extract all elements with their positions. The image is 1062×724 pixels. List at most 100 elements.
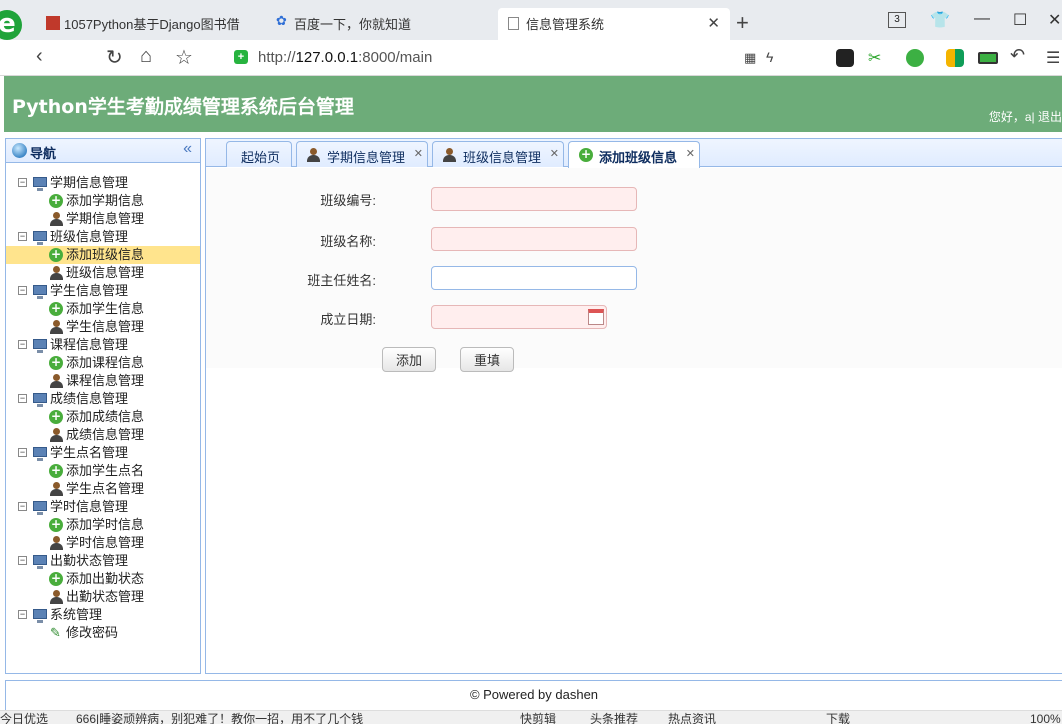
tree-item[interactable]: + 添加出勤状态 xyxy=(6,570,200,588)
tree-group[interactable]: − 出勤状态管理 xyxy=(6,552,200,570)
tree-group[interactable]: − 学生点名管理 xyxy=(6,444,200,462)
tree-item[interactable]: 学时信息管理 xyxy=(6,534,200,552)
tree-group[interactable]: − 学期信息管理 xyxy=(6,174,200,192)
collapse-toggle-icon[interactable]: − xyxy=(18,502,27,511)
tab-class-management[interactable]: 班级信息管理 ✕ xyxy=(432,141,564,167)
menu-icon[interactable]: ☰ xyxy=(1046,48,1060,68)
tab-add-class[interactable]: + 添加班级信息 ✕ xyxy=(568,141,700,168)
nav-sidebar: 导航 « − 学期信息管理 + 添加学期信息 学期信息管理 − 班级信息管理 + 添加班级信息班… xyxy=(5,138,201,674)
extension-icon[interactable] xyxy=(836,49,854,67)
tree-group[interactable]: − 成绩信息管理 xyxy=(6,390,200,408)
tree-group[interactable]: − 系统管理 xyxy=(6,606,200,624)
status-zoom[interactable]: 100% xyxy=(1030,711,1061,724)
baidu-paw-icon: ✿ xyxy=(276,13,287,28)
tree-item[interactable]: 课程信息管理 xyxy=(6,372,200,390)
collapse-toggle-icon[interactable]: − xyxy=(18,556,27,565)
tree-item-label: 添加学时信息 xyxy=(66,517,145,532)
browser-tab-baidu[interactable]: ✿ 百度一下，你就知道 xyxy=(262,8,498,40)
qr-icon[interactable]: ▦ xyxy=(744,50,756,66)
tree-item[interactable]: + 添加学时信息 xyxy=(6,516,200,534)
add-icon: + xyxy=(49,463,63,478)
status-quick-edit[interactable]: 快剪辑 xyxy=(520,711,556,724)
user-info-logout[interactable]: 您好，a| 退出 xyxy=(989,108,1062,125)
tree-item[interactable]: 学生信息管理 xyxy=(6,318,200,336)
collapse-toggle-icon[interactable]: − xyxy=(18,610,27,619)
tree-item[interactable]: 成绩信息管理 xyxy=(6,426,200,444)
founding-date-input[interactable] xyxy=(431,305,607,329)
tab-close-icon[interactable]: ✕ xyxy=(414,147,423,160)
tree-group[interactable]: − 学生信息管理 xyxy=(6,282,200,300)
tree-item[interactable]: + 添加课程信息 xyxy=(6,354,200,372)
reset-button[interactable]: 重填 xyxy=(460,347,514,372)
collapse-toggle-icon[interactable]: − xyxy=(18,232,27,241)
collapse-toggle-icon[interactable]: − xyxy=(18,394,27,403)
tree-item[interactable]: + 添加学生信息 xyxy=(6,300,200,318)
tree-item[interactable]: ✎ 修改密码 xyxy=(6,624,200,642)
tree-item-label: 出勤状态管理 xyxy=(66,589,145,604)
back-icon[interactable]: ‹ xyxy=(36,45,43,68)
tree-item-label: 添加学生信息 xyxy=(66,301,145,316)
minimize-icon[interactable]: — xyxy=(974,10,990,28)
maximize-icon[interactable]: ☐ xyxy=(1013,10,1027,30)
shirt-icon[interactable]: 👕 xyxy=(930,10,950,30)
tree-group[interactable]: − 课程信息管理 xyxy=(6,336,200,354)
battery-icon[interactable] xyxy=(978,52,998,64)
teacher-name-input[interactable] xyxy=(431,266,637,290)
browser-tab-library[interactable]: 1057Python基于Django图书借 xyxy=(0,8,262,40)
user-icon xyxy=(50,482,63,496)
tree-item[interactable]: + 添加班级信息 xyxy=(6,246,200,264)
tab-home[interactable]: 起始页 xyxy=(226,141,292,167)
class-name-input[interactable] xyxy=(431,227,637,251)
status-download[interactable]: 下载 xyxy=(826,711,850,724)
computer-icon xyxy=(33,285,47,299)
tree-group-label: 系统管理 xyxy=(50,607,103,622)
tab-count-badge[interactable]: 3 xyxy=(888,12,906,28)
lightning-icon[interactable]: ϟ xyxy=(766,49,773,65)
class-id-input[interactable] xyxy=(431,187,637,211)
collapse-icon[interactable]: « xyxy=(183,140,192,158)
collapse-toggle-icon[interactable]: − xyxy=(18,178,27,187)
collapse-toggle-icon[interactable]: − xyxy=(18,286,27,295)
tab-close-icon[interactable]: ✕ xyxy=(686,147,695,160)
status-hot-news[interactable]: 热点资讯 xyxy=(668,711,716,724)
status-headline[interactable]: 头条推荐 xyxy=(590,711,638,724)
tree-item[interactable]: 出勤状态管理 xyxy=(6,588,200,606)
user-icon xyxy=(50,374,63,388)
address-bar[interactable]: http://127.0.0.1:8000/main xyxy=(258,49,432,66)
new-tab-icon[interactable]: + xyxy=(736,10,749,36)
calendar-icon[interactable] xyxy=(588,309,604,325)
collapse-toggle-icon[interactable]: − xyxy=(18,340,27,349)
tab-term-management[interactable]: 学期信息管理 ✕ xyxy=(296,141,428,167)
tree-item[interactable]: + 添加成绩信息 xyxy=(6,408,200,426)
status-news-ticker[interactable]: 666|睡姿顽辨病，别犯难了！教你一招，用不了几个钱 xyxy=(76,711,363,724)
tree-item[interactable]: 学生点名管理 xyxy=(6,480,200,498)
tree-item-label: 学期信息管理 xyxy=(66,211,145,226)
tree-item[interactable]: 班级信息管理 xyxy=(6,264,200,282)
tree-group-label: 成绩信息管理 xyxy=(50,391,129,406)
browser-tab-title: 信息管理系统 xyxy=(526,17,605,32)
browser-tab-active[interactable]: 信息管理系统 ✕ xyxy=(498,8,730,40)
globe-icon xyxy=(12,143,27,158)
add-button[interactable]: 添加 xyxy=(382,347,436,372)
tree-item[interactable]: + 添加学生点名 xyxy=(6,462,200,480)
page-icon xyxy=(508,17,519,30)
undo-icon[interactable]: ↶ xyxy=(1010,45,1025,66)
home-icon[interactable]: ⌂ xyxy=(140,45,152,68)
translate-icon[interactable] xyxy=(906,49,924,67)
apps-icon[interactable] xyxy=(946,49,964,67)
collapse-toggle-icon[interactable]: − xyxy=(18,448,27,457)
status-today-picks[interactable]: 今日优选 xyxy=(0,711,48,724)
pencil-icon: ✎ xyxy=(50,625,61,640)
teacher-name-label: 班主任姓名: xyxy=(307,273,376,288)
tree-item[interactable]: + 添加学期信息 xyxy=(6,192,200,210)
bookmark-star-icon[interactable]: ☆ xyxy=(175,45,193,70)
tab-close-icon[interactable]: ✕ xyxy=(550,147,559,160)
tree-item[interactable]: 学期信息管理 xyxy=(6,210,200,228)
tree-group[interactable]: − 学时信息管理 xyxy=(6,498,200,516)
tree-group[interactable]: − 班级信息管理 xyxy=(6,228,200,246)
reload-icon[interactable]: ↻ xyxy=(106,45,123,70)
browser-statusbar: 今日优选 666|睡姿顽辨病，别犯难了！教你一招，用不了几个钱 快剪辑 头条推荐… xyxy=(0,710,1062,724)
scissors-icon[interactable]: ✂ xyxy=(868,48,881,68)
tab-close-icon[interactable]: ✕ xyxy=(707,14,720,32)
close-window-icon[interactable]: ✕ xyxy=(1048,10,1061,30)
